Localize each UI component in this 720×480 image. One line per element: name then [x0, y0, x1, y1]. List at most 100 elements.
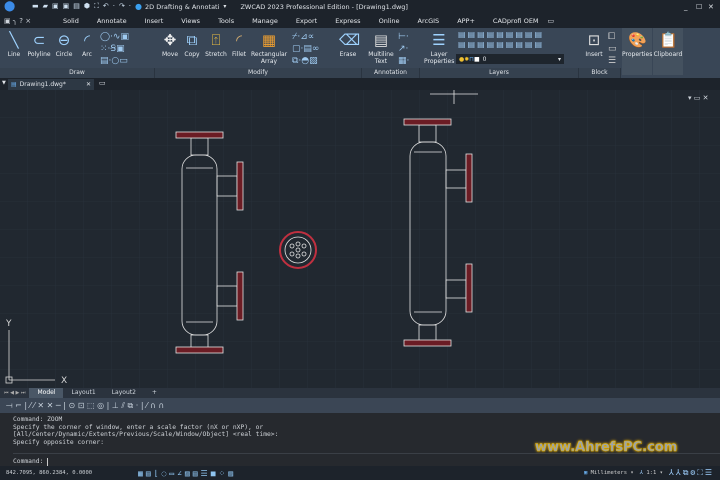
ribbon-tabs: ▣ ╮ ? × Solid Annotate Insert Views Tool…: [0, 13, 720, 28]
polyline-button[interactable]: ⊂ Polyline: [26, 31, 52, 58]
layer-tools[interactable]: ▤▤▤▤▤▤▤▤▤ ▤▤▤▤▤▤▤▤▤: [458, 30, 544, 50]
tab-manage[interactable]: Manage: [243, 17, 287, 25]
layer-properties-button[interactable]: ☰ Layer Properties: [424, 31, 454, 65]
drawing: ▾ ▭ ✕ Y X: [0, 90, 720, 388]
move-icon: ✥: [163, 31, 177, 49]
quick-access-toolbar[interactable]: ▬▰▣▣▤⬢⛶↶·↷·: [32, 2, 135, 11]
arc-icon: ◜: [84, 31, 90, 49]
file-icon: ▤: [11, 81, 17, 88]
palette-icon: 🎨: [628, 31, 647, 49]
command-history-line: Specify the corner of window, enter a sc…: [13, 423, 264, 431]
tab-layout2[interactable]: Layout2: [104, 388, 144, 398]
workspace-select[interactable]: 2D Drafting & Annotati: [145, 3, 219, 11]
watermark: www.AhrefsPC.com: [535, 440, 678, 455]
current-layer: 0: [482, 55, 487, 63]
rectangular-array-button[interactable]: ▦ Rectangular Array: [251, 31, 287, 65]
layers-icon: ☰: [432, 31, 446, 49]
close-tab-icon[interactable]: ✕: [86, 81, 91, 88]
arc-button[interactable]: ◜ Arc: [78, 31, 96, 58]
tab-online[interactable]: Online: [370, 17, 409, 25]
units-select[interactable]: ▣ Millimeters ▾: [584, 470, 634, 476]
block-small-tools[interactable]: ⧠ ▭ ☰: [608, 31, 617, 67]
document-tab[interactable]: ▤ Drawing1.dwg* ✕: [8, 79, 94, 90]
tab-arcgis[interactable]: ArcGIS: [409, 17, 449, 25]
circle-button[interactable]: ⊖ Circle: [54, 31, 74, 58]
panel-toggle-icon[interactable]: ▭: [548, 17, 555, 25]
stretch-button[interactable]: ⍐ Stretch: [204, 31, 228, 58]
viewport-controls[interactable]: ▾ ▭ ✕: [688, 94, 708, 102]
copy-icon: ⧉: [186, 31, 198, 49]
window-title: ZWCAD 2023 Professional Edition - [Drawi…: [240, 2, 408, 11]
array-icon: ▦: [261, 31, 277, 49]
text-icon: ▤: [373, 31, 389, 49]
maximize-button[interactable]: ☐: [696, 3, 708, 11]
polyline-icon: ⊂: [32, 31, 46, 49]
tab-solid[interactable]: Solid: [54, 17, 88, 25]
command-history-line: Command: ZOOM: [13, 416, 63, 423]
chevron-down-icon: ▾: [557, 55, 561, 63]
document-tabs: ▼ ▤ Drawing1.dwg* ✕ ▭: [0, 78, 720, 90]
layout-tabs: ⏮ ◀ ▶ ⏭ Model Layout1 Layout2 +: [0, 388, 720, 398]
annotation-scale[interactable]: ⅄ 1:1 ▾: [640, 470, 663, 476]
layout-nav-buttons[interactable]: ⏮ ◀ ▶ ⏭: [0, 390, 29, 396]
tab-export[interactable]: Export: [287, 17, 326, 25]
layer-state-icons: ●✹: [459, 55, 470, 63]
modify-small-tools[interactable]: ⌿·⊿∝ ▢·▤∞ ⧉·◓▧: [292, 31, 319, 67]
app-menu-icon[interactable]: ▣ ╮ ? ×: [4, 17, 54, 25]
new-tab-icon[interactable]: ▭: [99, 79, 106, 87]
command-history-line: [All/Center/Dynamic/Extents/Previous/Sca…: [13, 431, 279, 438]
properties-button[interactable]: 🎨 Properties: [622, 28, 652, 75]
fillet-button[interactable]: ◜ Fillet: [230, 31, 248, 58]
eraser-icon: ⌫: [339, 31, 361, 49]
drafting-toggles[interactable]: ▦▤⌊◌▭∠▨▤☰■⁘▨: [138, 469, 236, 478]
draw-small-tools[interactable]: ◯·∿▣ ⁙·Ꞩ▣ ▤·○▭: [100, 31, 129, 67]
title-bar: ⬤ ▬▰▣▣▤⬢⛶↶·↷· ● 2D Drafting & Annotati ▾…: [0, 0, 720, 13]
svg-text:▾ ▭ ✕: ▾ ▭ ✕: [688, 94, 708, 102]
drawing-canvas[interactable]: ▾ ▭ ✕ Y X: [0, 90, 720, 388]
layer-dropdown[interactable]: ●✹ ⊓ ■ 0 ▾: [456, 54, 564, 64]
app-logo-icon[interactable]: ⬤: [4, 1, 18, 12]
move-button[interactable]: ✥ Move: [160, 31, 180, 58]
close-button[interactable]: ✕: [708, 3, 720, 11]
tab-cadprofi[interactable]: CADprofi OEM: [484, 17, 548, 25]
multiline-text-button[interactable]: ▤ Multiline Text: [368, 31, 394, 65]
tab-views[interactable]: Views: [172, 17, 209, 25]
tab-tools[interactable]: Tools: [209, 17, 243, 25]
circle-icon: ⊖: [57, 31, 71, 49]
tab-annotate[interactable]: Annotate: [88, 17, 136, 25]
ribbon: ╲ Line ⊂ Polyline ⊖ Circle ◜ Arc ◯·∿▣ ⁙·Ꞩ▣ ▤·○…: [0, 28, 720, 78]
line-button[interactable]: ╲ Line: [4, 31, 24, 58]
panel-label-modify: Modify: [155, 68, 362, 78]
chevron-down-icon[interactable]: ▾: [223, 3, 226, 10]
tab-model[interactable]: Model: [29, 388, 64, 398]
clipboard-button[interactable]: 📋 Clipboard: [653, 28, 683, 75]
erase-button[interactable]: ⌫ Erase: [338, 31, 361, 58]
stretch-icon: ⍐: [211, 31, 221, 49]
x-axis-label: X: [61, 376, 67, 386]
add-layout-button[interactable]: +: [144, 388, 165, 398]
fillet-icon: ◜: [236, 31, 242, 49]
clipboard-icon: 📋: [659, 31, 678, 49]
tab-layout1[interactable]: Layout1: [63, 388, 103, 398]
object-snap-toolbar[interactable]: ⟞ ⌐ | ⁄ ⁄ ✕ ✕ ─ | ⊙ ⊡ ⬚ ◎ | ⊥ ⫽ ⧉ · | ⁄ …: [0, 398, 720, 413]
line-icon: ╲: [9, 31, 19, 49]
tab-menu-icon[interactable]: ▼: [2, 80, 6, 86]
tab-express[interactable]: Express: [326, 17, 369, 25]
y-axis-label: Y: [5, 319, 12, 329]
panel-label-block: Block: [579, 68, 621, 78]
copy-button[interactable]: ⧉ Copy: [183, 31, 201, 58]
tab-app[interactable]: APP+: [448, 17, 484, 25]
status-bar: 842.7095, 860.2384, 0.0000 ▦▤⌊◌▭∠▨▤☰■⁘▨ …: [0, 466, 720, 480]
panel-label-draw: Draw: [0, 68, 155, 78]
annotation-small-tools[interactable]: ⊢· ↗· ▦·: [398, 31, 409, 67]
insert-button[interactable]: ⊡ Insert: [584, 31, 604, 58]
coordinates: 842.7095, 860.2384, 0.0000: [6, 470, 93, 476]
panel-label-layers: Layers: [420, 68, 579, 78]
insert-icon: ⊡: [587, 31, 601, 49]
minimize-button[interactable]: _: [684, 3, 696, 11]
status-tools[interactable]: ⅄⅄⧉⚙⛶☰: [669, 468, 714, 478]
units-icon: ▣: [583, 470, 588, 476]
workspace-icon: ●: [135, 2, 143, 11]
tab-insert[interactable]: Insert: [136, 17, 173, 25]
panel-label-annotation: Annotation: [362, 68, 420, 78]
